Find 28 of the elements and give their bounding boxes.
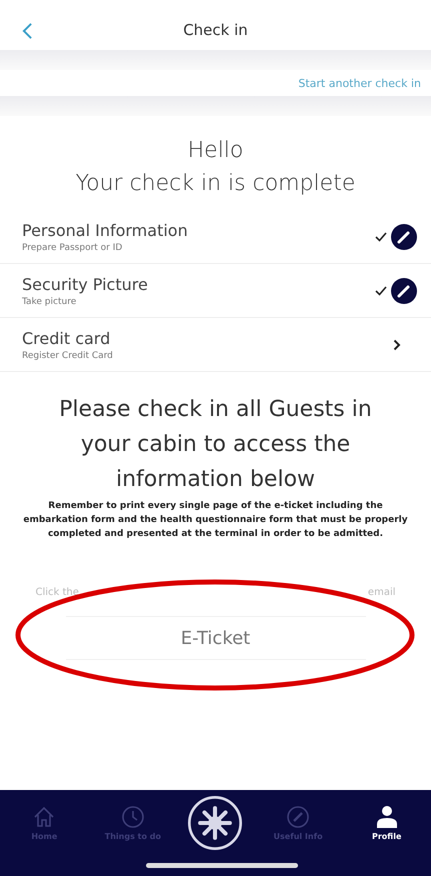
start-another-link[interactable]: Start another check in	[298, 76, 421, 90]
step-title: Credit card	[22, 328, 112, 348]
clock-icon	[120, 804, 146, 830]
step-row[interactable]: Security Picture Take picture	[0, 264, 431, 318]
notice-text: Remember to print every single page of the e-ticket including the embarkation form and the health questionnaire form that must be properly completed and presented at the terminal in order to be admitted.	[22, 500, 409, 541]
edit-icon[interactable]	[391, 278, 417, 304]
step-subtitle: Take picture	[22, 296, 78, 306]
edit-icon[interactable]	[391, 224, 417, 250]
hint-text: email	[368, 587, 396, 598]
chevron-icon[interactable]	[393, 338, 401, 350]
greeting-text: Your check in is complete	[76, 170, 356, 198]
nav-tab[interactable]: Profile	[354, 804, 420, 841]
greeting-text: Hello	[188, 137, 244, 165]
hint-text: Click the	[36, 587, 79, 598]
notice-heading: Please check in all Guests in your cabin to access the information below	[58, 396, 373, 494]
check-icon	[375, 286, 387, 296]
star-logo-button[interactable]	[188, 796, 242, 850]
step-row[interactable]: Credit card Register Credit Card	[0, 318, 431, 372]
step-subtitle: Register Credit Card	[22, 350, 113, 360]
step-title: Security Picture	[22, 274, 148, 294]
e-ticket-button[interactable]: E-Ticket	[66, 616, 366, 660]
page-title: Check in	[183, 21, 248, 39]
step-row[interactable]: Personal Information Prepare Passport or ID	[0, 210, 431, 264]
step-title: Personal Information	[22, 220, 188, 240]
check-icon	[375, 232, 387, 242]
compass-icon	[285, 804, 312, 830]
step-subtitle: Prepare Passport or ID	[22, 242, 124, 252]
back-icon[interactable]	[22, 22, 33, 40]
